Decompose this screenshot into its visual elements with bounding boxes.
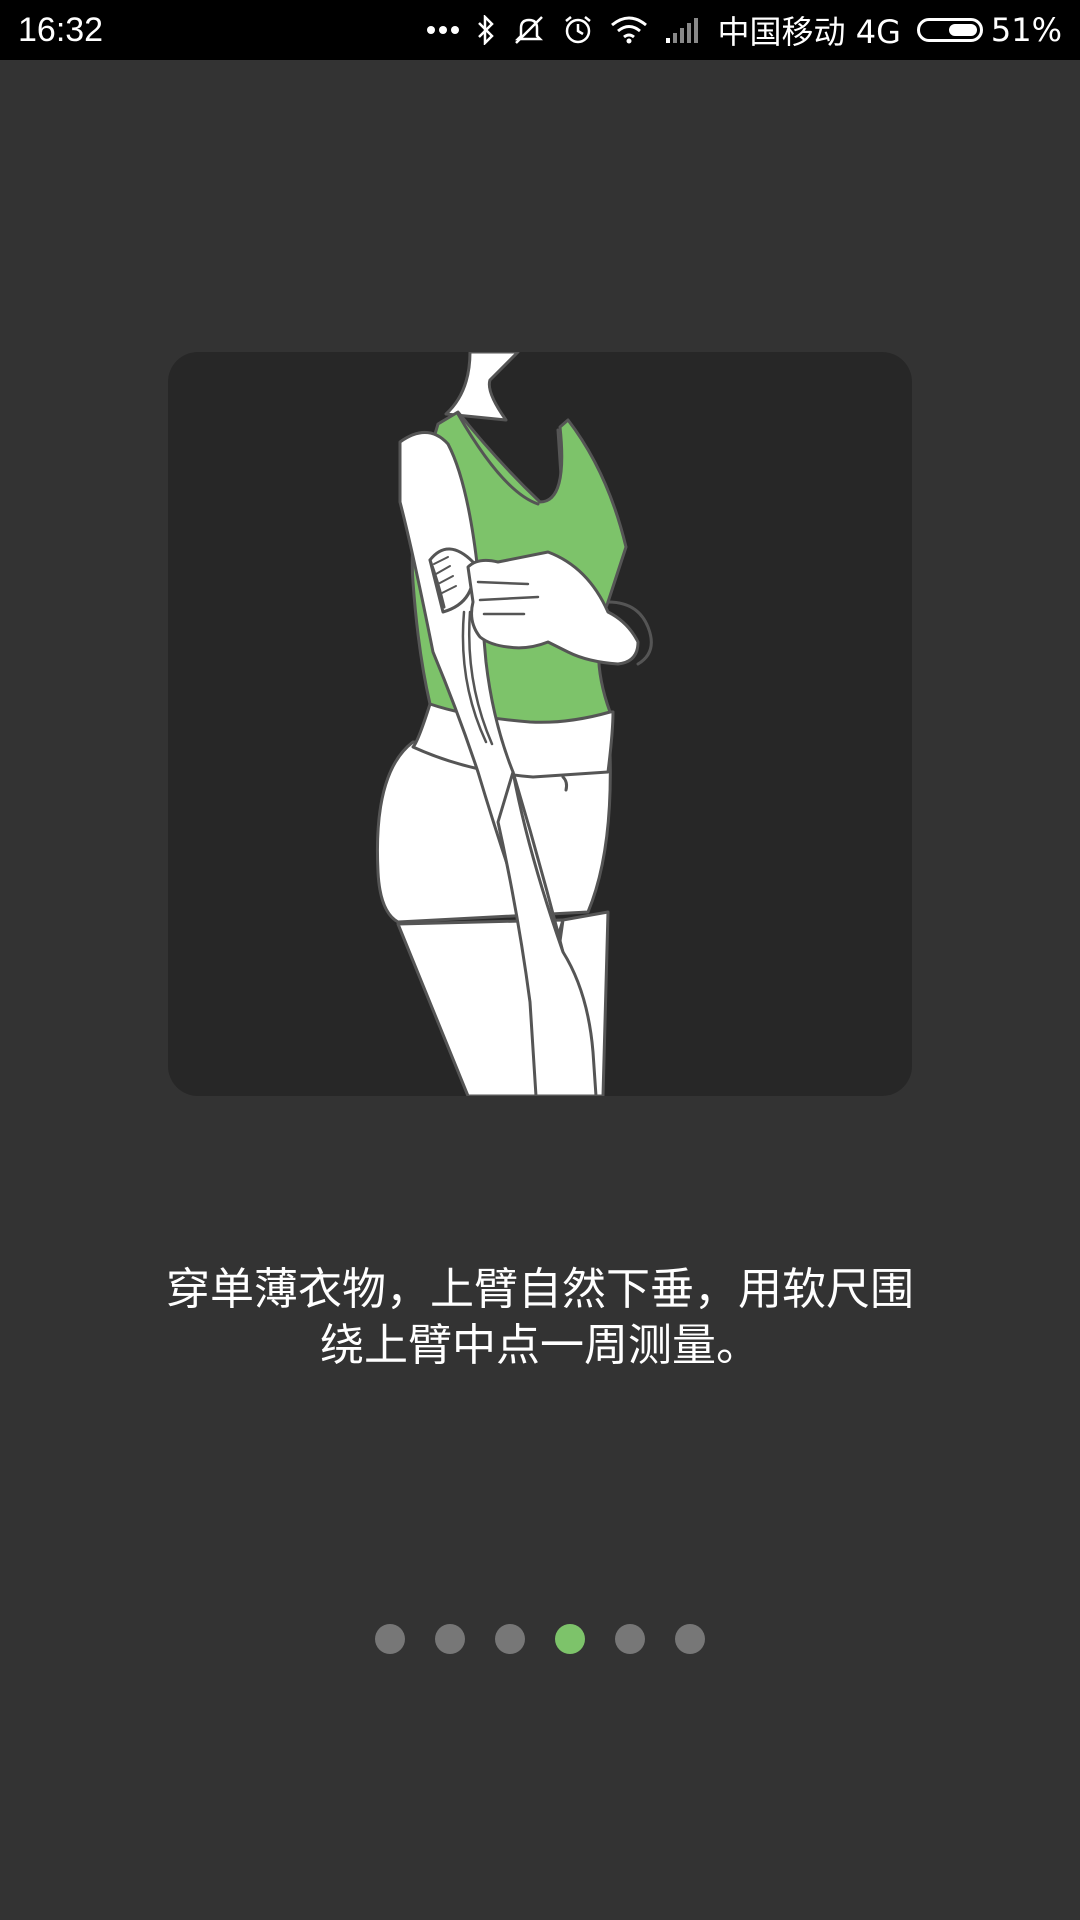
signal-icon [664, 16, 702, 44]
status-bar: 16:32 中国移动 4G 51% [0, 0, 1080, 60]
page-dot[interactable] [375, 1624, 405, 1654]
instruction-text: 穿单薄衣物，上臂自然下垂，用软尺围 绕上臂中点一周测量。 [100, 1262, 980, 1374]
status-time: 16:32 [18, 10, 104, 49]
upper-arm-measurement-illustration [375, 352, 653, 1096]
carrier-label: 中国移动 4G [717, 13, 901, 51]
mute-icon [512, 14, 546, 46]
instruction-line-1: 穿单薄衣物，上臂自然下垂，用软尺围 [166, 1264, 914, 1315]
battery-percent: 51% [990, 11, 1062, 49]
battery-indicator: 51% [916, 11, 1062, 49]
battery-icon [916, 18, 983, 42]
bluetooth-icon [476, 15, 496, 45]
page-dot[interactable] [675, 1624, 705, 1654]
status-icons: 中国移动 4G 51% [426, 7, 1062, 53]
illustration-card [168, 352, 912, 1096]
alarm-icon [562, 14, 594, 46]
page-dot-active[interactable] [555, 1624, 585, 1654]
page-dot[interactable] [615, 1624, 645, 1654]
more-dots-icon [426, 25, 460, 35]
page-dot[interactable] [495, 1624, 525, 1654]
page-indicator [0, 1624, 1080, 1654]
wifi-icon [610, 16, 648, 44]
instruction-line-2: 绕上臂中点一周测量。 [320, 1320, 760, 1371]
page-dot[interactable] [435, 1624, 465, 1654]
